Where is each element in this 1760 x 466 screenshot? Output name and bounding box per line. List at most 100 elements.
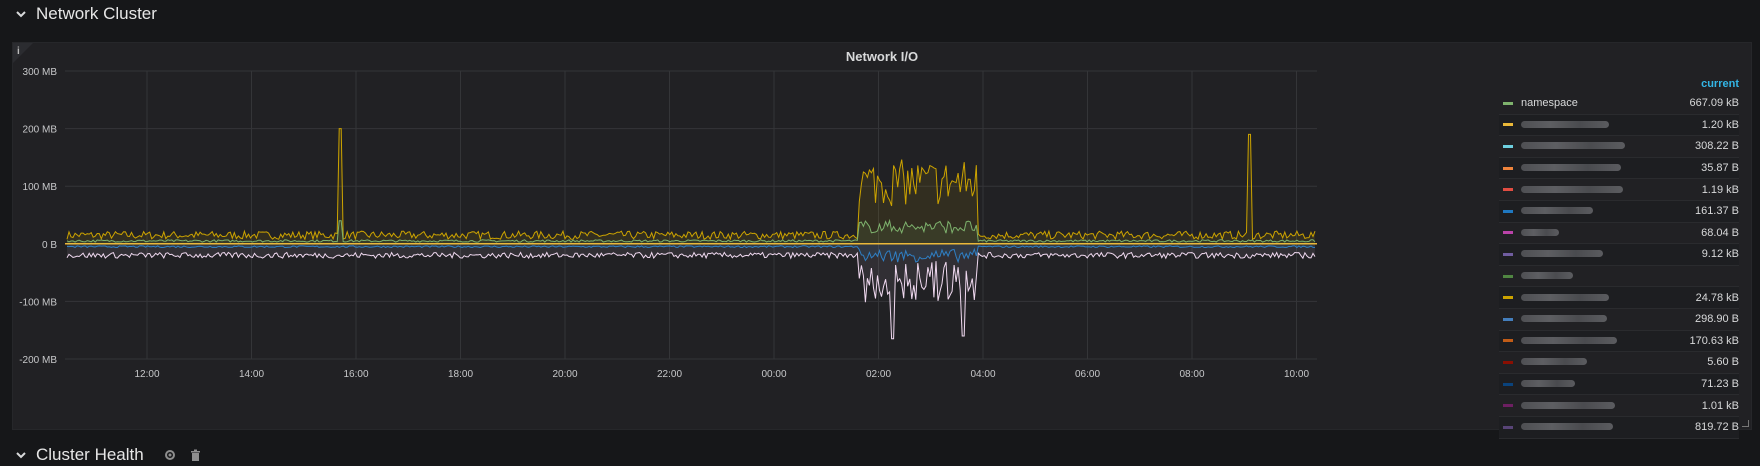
redacted-name bbox=[1521, 401, 1615, 409]
legend-item[interactable]: 1.20 kB bbox=[1499, 114, 1739, 137]
x-tick-label: 04:00 bbox=[970, 369, 995, 380]
legend-swatch bbox=[1503, 231, 1513, 235]
legend-swatch bbox=[1503, 209, 1513, 213]
y-tick-label: 300 MB bbox=[23, 67, 58, 78]
legend-item[interactable]: 9.12 kB bbox=[1499, 244, 1739, 266]
network-io-chart[interactable]: 300 MB 200 MB 100 MB 0 B -100 MB -200 MB 12:00… bbox=[13, 43, 1493, 429]
legend-value: 170.63 kB bbox=[1689, 334, 1739, 347]
y-tick-label: 0 B bbox=[42, 240, 57, 251]
legend-item[interactable]: 68.04 B bbox=[1499, 223, 1739, 245]
resize-handle[interactable] bbox=[1742, 420, 1749, 427]
legend-name bbox=[1521, 400, 1669, 412]
redacted-name bbox=[1521, 336, 1617, 344]
legend-swatch bbox=[1503, 166, 1513, 170]
legend-name bbox=[1521, 356, 1669, 368]
legend-name bbox=[1521, 205, 1669, 217]
legend-value: 24.78 kB bbox=[1695, 291, 1739, 304]
legend-item[interactable]: 308.22 B bbox=[1499, 136, 1739, 158]
x-tick-label: 20:00 bbox=[552, 369, 577, 380]
x-tick-label: 02:00 bbox=[866, 369, 891, 380]
redacted-name bbox=[1521, 358, 1587, 366]
network-io-panel: i Network I/O 300 MB 200 MB 100 MB 0 B -100 … bbox=[12, 42, 1752, 439]
row-cluster-health[interactable]: Cluster Health bbox=[14, 445, 201, 465]
gear-icon[interactable] bbox=[164, 449, 176, 461]
legend-item[interactable]: 35.87 B bbox=[1499, 157, 1739, 180]
legend-value: 35.87 B bbox=[1701, 162, 1739, 175]
legend-name bbox=[1521, 248, 1669, 260]
x-tick-label: 12:00 bbox=[134, 369, 159, 380]
legend-item[interactable]: 170.63 kB bbox=[1499, 330, 1739, 353]
legend-name bbox=[1521, 421, 1669, 433]
legend-value: 5.60 B bbox=[1707, 356, 1739, 369]
legend-swatch bbox=[1503, 101, 1513, 105]
series-pink-line bbox=[66, 251, 1316, 340]
y-tick-label: -100 MB bbox=[19, 297, 57, 308]
redacted-name bbox=[1521, 228, 1559, 236]
legend-swatch bbox=[1503, 404, 1513, 408]
x-tick-label: 08:00 bbox=[1179, 369, 1204, 380]
legend-name bbox=[1521, 378, 1669, 390]
x-tick-label: 14:00 bbox=[239, 369, 264, 380]
legend-item[interactable]: 1.19 kB bbox=[1499, 179, 1739, 201]
legend-name bbox=[1521, 270, 1669, 282]
legend-value: 308.22 B bbox=[1694, 140, 1739, 153]
legend-item[interactable]: 5.60 B bbox=[1499, 352, 1739, 374]
redacted-name bbox=[1521, 207, 1593, 215]
redacted-name bbox=[1521, 164, 1621, 172]
legend-item[interactable]: 1.01 kB bbox=[1499, 395, 1739, 417]
legend-swatch bbox=[1503, 339, 1513, 343]
row-title: Cluster Health bbox=[36, 445, 144, 464]
legend-item[interactable] bbox=[1499, 266, 1739, 288]
series-gold-line bbox=[66, 128, 1316, 241]
x-tick-label: 00:00 bbox=[761, 369, 786, 380]
y-tick-label: 100 MB bbox=[23, 182, 58, 193]
legend-swatch bbox=[1503, 188, 1513, 192]
row-title: Network Cluster bbox=[36, 4, 157, 23]
trash-icon[interactable] bbox=[190, 449, 201, 461]
legend-name bbox=[1521, 335, 1669, 347]
legend-name bbox=[1521, 162, 1669, 174]
legend-name bbox=[1521, 313, 1669, 325]
legend-item[interactable]: 819.72 B bbox=[1499, 416, 1739, 439]
row-network-cluster[interactable]: Network Cluster bbox=[14, 4, 157, 24]
legend-value: 819.72 B bbox=[1694, 421, 1739, 434]
x-tick-label: 10:00 bbox=[1284, 369, 1309, 380]
y-tick-label: 200 MB bbox=[23, 125, 58, 136]
legend-current-header[interactable]: current bbox=[1499, 75, 1739, 93]
legend-name bbox=[1521, 292, 1669, 304]
x-tick-label: 22:00 bbox=[657, 369, 682, 380]
x-tick-label: 18:00 bbox=[448, 369, 473, 380]
legend-name bbox=[1521, 140, 1669, 152]
redacted-name bbox=[1521, 380, 1575, 388]
redacted-name bbox=[1521, 185, 1623, 193]
chevron-down-icon[interactable] bbox=[14, 7, 28, 21]
legend-item[interactable]: 71.23 B bbox=[1499, 373, 1739, 396]
redacted-name bbox=[1521, 272, 1573, 280]
redacted-name bbox=[1521, 293, 1609, 301]
legend-swatch bbox=[1503, 425, 1513, 429]
chevron-down-icon[interactable] bbox=[14, 448, 28, 462]
x-tick-label: 16:00 bbox=[343, 369, 368, 380]
chart-legend: current namespace 667.09 kB 1.20 kB 308.22 … bbox=[1499, 75, 1739, 439]
series-pink-fill bbox=[67, 243, 1315, 339]
legend-item[interactable]: namespace 667.09 kB bbox=[1499, 93, 1739, 115]
legend-swatch bbox=[1503, 382, 1513, 386]
legend-value: 298.90 B bbox=[1694, 313, 1739, 326]
redacted-name bbox=[1521, 142, 1625, 150]
legend-item[interactable]: 298.90 B bbox=[1499, 309, 1739, 331]
legend-value: 71.23 B bbox=[1701, 378, 1739, 391]
legend-name bbox=[1521, 227, 1669, 239]
legend-name bbox=[1521, 119, 1669, 131]
legend-value: 161.37 B bbox=[1694, 205, 1739, 218]
legend-item[interactable]: 161.37 B bbox=[1499, 200, 1739, 223]
legend-swatch bbox=[1503, 252, 1513, 256]
redacted-name bbox=[1521, 120, 1609, 128]
legend-value: 1.19 kB bbox=[1701, 183, 1739, 196]
legend-name bbox=[1521, 184, 1669, 196]
legend-swatch bbox=[1503, 274, 1513, 278]
legend-value: 68.04 B bbox=[1701, 226, 1739, 239]
legend-value: 1.20 kB bbox=[1701, 118, 1739, 131]
legend-item[interactable]: 24.78 kB bbox=[1499, 287, 1739, 309]
legend-value: 9.12 kB bbox=[1701, 248, 1739, 261]
y-tick-label: -200 MB bbox=[19, 355, 57, 366]
